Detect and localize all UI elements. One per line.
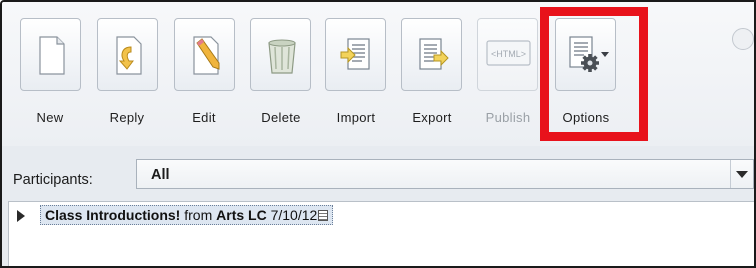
discussion-window: New Reply Edit Delete Import Export <HTM… (0, 0, 756, 268)
reply-icon (116, 36, 142, 75)
options-highlight-box (540, 7, 648, 141)
html-icon: <HTML> (486, 40, 531, 66)
import-label: Import (336, 110, 376, 125)
participants-dropdown[interactable]: All (136, 159, 754, 189)
publish-label: Publish (485, 110, 531, 125)
reply-label: Reply (109, 110, 145, 125)
delete-button[interactable] (250, 18, 311, 91)
export-button[interactable] (401, 18, 462, 91)
chevron-down-icon (736, 171, 748, 178)
thread-tree: Class Introductions! from Arts LC 7/10/1… (8, 201, 754, 266)
thread-row[interactable]: Class Introductions! from Arts LC 7/10/1… (40, 205, 334, 225)
edit-label: Edit (192, 110, 216, 125)
import-button[interactable] (325, 18, 386, 91)
participants-label: Participants: (13, 172, 93, 188)
export-label: Export (412, 110, 452, 125)
trash-icon (268, 39, 296, 74)
participants-selected-value: All (151, 167, 170, 183)
delete-label: Delete (261, 110, 301, 125)
reply-button[interactable] (97, 18, 158, 91)
publish-button[interactable]: <HTML> (477, 18, 538, 91)
thread-author: Arts LC (216, 207, 267, 223)
edit-pencil-icon (193, 36, 220, 75)
new-document-icon (39, 36, 65, 75)
edit-button[interactable] (174, 18, 235, 91)
detach-icon[interactable] (732, 28, 754, 50)
thread-title: Class Introductions! (45, 207, 181, 223)
html-icon-text: <HTML> (491, 49, 526, 59)
new-label: New (36, 110, 64, 125)
thread-from-label: from (180, 207, 217, 223)
expand-arrow-icon[interactable] (17, 210, 25, 222)
dropdown-arrow-button[interactable] (730, 160, 753, 188)
note-icon (318, 210, 329, 221)
thread-date: 7/10/12 (266, 207, 318, 223)
export-icon (419, 38, 449, 70)
import-icon (340, 38, 370, 70)
new-button[interactable] (20, 18, 81, 91)
